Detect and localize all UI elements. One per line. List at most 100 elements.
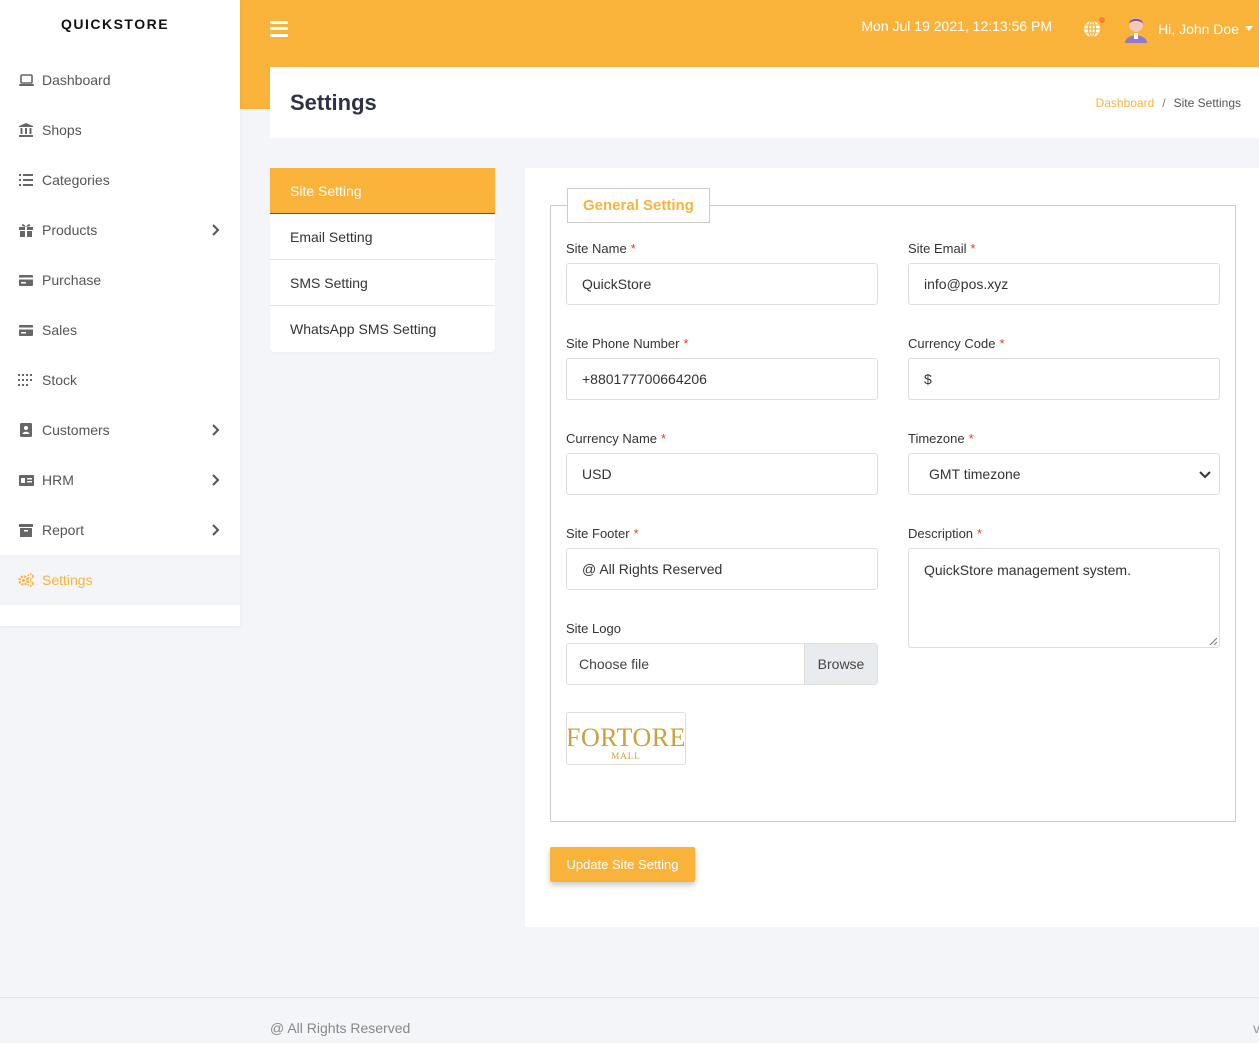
current-datetime: Mon Jul 19 2021, 12:13:56 PM <box>861 17 1053 34</box>
site-logo-label: Site Logo <box>566 621 621 636</box>
tab-site-setting[interactable]: Site Setting <box>270 168 495 214</box>
page-header: Settings Dashboard / Site Settings <box>270 67 1259 138</box>
site-footer-input[interactable]: @ All Rights Reserved <box>566 548 878 590</box>
sidebar-item-sales[interactable]: Sales <box>0 305 240 355</box>
archive-icon <box>18 522 34 538</box>
timezone-group: Timezone * GMT timezone <box>908 431 1220 495</box>
currency-name-group: Currency Name * USD <box>566 431 878 495</box>
browse-button[interactable]: Browse <box>804 644 877 684</box>
description-text: QuickStore management system. <box>924 562 1131 578</box>
sidebar-item-report[interactable]: Report <box>0 505 240 555</box>
site-email-group: Site Email * info@pos.xyz <box>908 241 1220 305</box>
chevron-right-icon <box>212 523 222 537</box>
avatar <box>1122 15 1150 43</box>
chevron-right-icon <box>212 223 222 237</box>
sidebar-item-label: Shops <box>42 122 82 138</box>
list-icon <box>18 172 34 188</box>
timezone-selected-value: GMT timezone <box>929 466 1021 482</box>
sidebar-item-label: Sales <box>42 322 78 338</box>
page-title: Settings <box>290 89 377 115</box>
chevron-down-icon <box>1199 466 1211 482</box>
id-card-icon <box>18 472 34 488</box>
tab-sms-setting[interactable]: SMS Setting <box>270 260 495 306</box>
sidebar-nav: Dashboard Shops Categories Products Purc… <box>0 55 240 605</box>
site-name-input[interactable]: QuickStore <box>566 263 878 305</box>
grid-dots-icon <box>18 372 34 388</box>
sidebar-item-shops[interactable]: Shops <box>0 105 240 155</box>
sidebar-item-label: Customers <box>42 422 110 438</box>
notification-dot <box>1099 16 1106 23</box>
sidebar-item-label: Report <box>42 522 85 538</box>
settings-tabs: Site Setting Email Setting SMS Setting W… <box>270 168 495 352</box>
settings-form-card: General Setting Site Name * QuickStore Si… <box>525 168 1259 927</box>
site-phone-group: Site Phone Number * +880177700664206 <box>566 336 878 400</box>
currency-name-label: Currency Name * <box>566 431 667 446</box>
sidebar-item-label: Dashboard <box>42 72 111 88</box>
file-placeholder[interactable]: Choose file <box>567 644 804 684</box>
user-greeting: Hi, John Doe <box>1158 20 1239 37</box>
sidebar-item-label: HRM <box>42 472 74 488</box>
sidebar-item-label: Purchase <box>42 272 102 288</box>
sidebar-item-hrm[interactable]: HRM <box>0 455 240 505</box>
breadcrumb-current: Site Settings <box>1173 95 1241 110</box>
tab-whatsapp-sms-setting[interactable]: WhatsApp SMS Setting <box>270 306 495 352</box>
laptop-icon <box>18 72 34 88</box>
card-icon <box>18 322 34 338</box>
sidebar-item-categories[interactable]: Categories <box>0 155 240 205</box>
address-book-icon <box>18 422 34 438</box>
site-logo-preview: FORTORE MALL <box>566 712 686 765</box>
card-icon <box>18 272 34 288</box>
brand-logo[interactable]: QUICKSTORE <box>0 0 240 47</box>
site-email-input[interactable]: info@pos.xyz <box>908 263 1220 305</box>
site-footer-label: Site Footer * <box>566 526 639 541</box>
breadcrumb: Dashboard / Site Settings <box>1096 96 1241 110</box>
menu-toggle-icon[interactable] <box>270 20 288 37</box>
site-logo-file-input[interactable]: Choose file Browse <box>566 643 878 685</box>
site-phone-label: Site Phone Number * <box>566 336 689 351</box>
description-textarea[interactable]: QuickStore management system. <box>908 548 1220 648</box>
sidebar-item-label: Products <box>42 222 98 238</box>
gift-icon <box>18 222 34 238</box>
currency-code-input[interactable]: $ <box>908 358 1220 400</box>
timezone-label: Timezone * <box>908 431 974 446</box>
general-setting-fieldset: General Setting Site Name * QuickStore Si… <box>550 188 1236 822</box>
sidebar-item-dashboard[interactable]: Dashboard <box>0 55 240 105</box>
sidebar-item-label: Categories <box>42 172 110 188</box>
resize-handle-icon[interactable] <box>1209 637 1217 645</box>
chevron-right-icon <box>212 423 222 437</box>
footer: @ All Rights Reserved v <box>0 997 1259 1043</box>
currency-code-group: Currency Code * $ <box>908 336 1220 400</box>
caret-down-icon <box>1245 26 1253 31</box>
cogs-icon <box>18 572 34 588</box>
site-footer-group: Site Footer * @ All Rights Reserved <box>566 526 878 590</box>
footer-copyright: @ All Rights Reserved <box>270 1020 411 1036</box>
tab-email-setting[interactable]: Email Setting <box>270 214 495 260</box>
fortore-mall-logo: FORTORE MALL <box>568 723 684 761</box>
sidebar-item-settings[interactable]: Settings <box>0 555 240 605</box>
user-menu[interactable]: Hi, John Doe <box>1122 15 1253 43</box>
sidebar-item-stock[interactable]: Stock <box>0 355 240 405</box>
sidebar-item-label: Settings <box>42 572 93 588</box>
site-email-label: Site Email * <box>908 241 976 256</box>
description-label: Description * <box>908 526 983 541</box>
currency-code-label: Currency Code * <box>908 336 1005 351</box>
currency-name-input[interactable]: USD <box>566 453 878 495</box>
bank-icon <box>18 122 34 138</box>
breadcrumb-dashboard-link[interactable]: Dashboard <box>1096 96 1155 110</box>
update-site-setting-button[interactable]: Update Site Setting <box>550 847 695 882</box>
breadcrumb-separator: / <box>1162 95 1166 110</box>
sidebar-item-label: Stock <box>42 372 78 388</box>
site-name-label: Site Name * <box>566 241 636 256</box>
footer-version: v <box>1253 1020 1259 1036</box>
timezone-select[interactable]: GMT timezone <box>908 453 1220 495</box>
fieldset-legend: General Setting <box>567 188 710 223</box>
sidebar-item-purchase[interactable]: Purchase <box>0 255 240 305</box>
site-name-group: Site Name * QuickStore <box>566 241 878 305</box>
svg-text:FORTORE: FORTORE <box>568 723 684 752</box>
site-phone-input[interactable]: +880177700664206 <box>566 358 878 400</box>
sidebar-item-customers[interactable]: Customers <box>0 405 240 455</box>
sidebar-item-products[interactable]: Products <box>0 205 240 255</box>
language-globe-icon[interactable] <box>1082 16 1106 39</box>
site-logo-group: Site Logo Choose file Browse <box>566 621 878 685</box>
svg-text:MALL: MALL <box>611 751 641 761</box>
